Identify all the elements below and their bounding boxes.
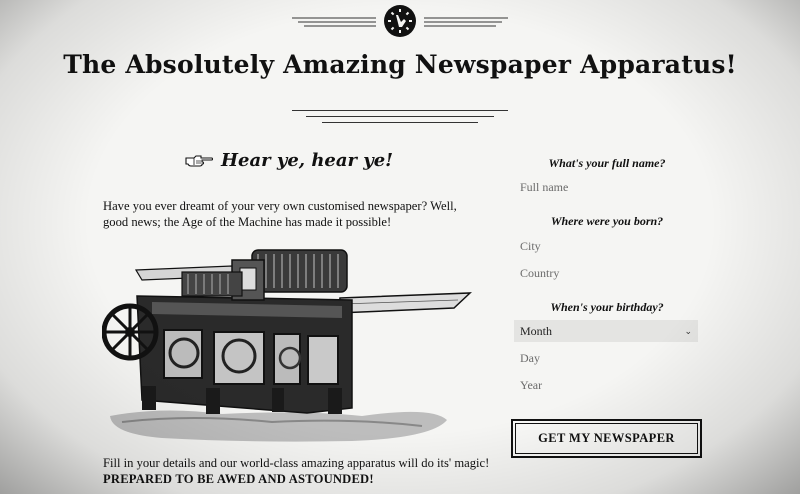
month-select[interactable]: Month ⌄ <box>514 320 698 342</box>
birthday-question: When's your birthday? <box>550 300 664 314</box>
gear-wrench-emblem-icon <box>384 5 416 37</box>
day-input[interactable] <box>512 347 706 369</box>
header-rule-right <box>424 17 508 27</box>
printing-press-illustration <box>102 249 472 442</box>
name-question: What's your full name? <box>548 156 666 170</box>
title-rule-1 <box>292 110 508 111</box>
chevron-down-icon: ⌄ <box>684 325 692 336</box>
title-rule-2 <box>306 116 494 117</box>
intro-text: Have you ever dreamt of your very own cu… <box>103 199 457 229</box>
instructions-line: Fill in your details and our world-class… <box>103 456 490 470</box>
full-name-input[interactable] <box>512 176 706 198</box>
get-newspaper-button[interactable]: GET MY NEWSPAPER <box>511 419 702 458</box>
pointing-hand-icon <box>185 154 213 167</box>
hear-ye-heading: Hear ye, hear ye! <box>221 150 394 171</box>
title-rule-3 <box>322 122 478 123</box>
month-selected-value: Month <box>520 323 553 338</box>
country-input[interactable] <box>512 262 706 284</box>
instructions-text: Fill in your details and our world-class… <box>103 455 523 487</box>
header-rule-left <box>292 17 376 27</box>
birthplace-question: Where were you born? <box>550 214 664 228</box>
city-input[interactable] <box>512 235 706 257</box>
year-input[interactable] <box>512 374 706 396</box>
page-title: The Absolutely Amazing Newspaper Apparat… <box>63 50 737 79</box>
awed-tagline: PREPARED TO BE AWED AND ASTOUNDED! <box>103 472 374 486</box>
intro-heading: Hear ye, hear ye! <box>185 150 393 171</box>
